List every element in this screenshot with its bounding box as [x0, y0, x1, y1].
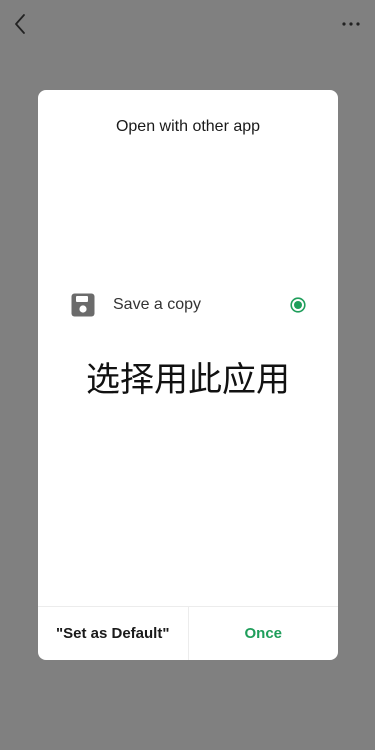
option-label: Save a copy [113, 296, 202, 313]
save-icon [71, 293, 95, 317]
select-app-overlay-text: 选择用此应用 [86, 360, 290, 400]
top-bar [0, 0, 375, 48]
more-horizontal-icon [342, 22, 360, 26]
dialog-title: Open with other app [115, 118, 261, 135]
once-button[interactable]: Once [189, 607, 339, 660]
dialog-footer: "Set as Default" Once [38, 606, 338, 660]
open-with-dialog: Open with other app Save a copy 选择用此应用 "… [38, 90, 338, 660]
option-save-a-copy[interactable]: Save a copy [38, 288, 338, 322]
set-as-default-button[interactable]: "Set as Default" [38, 607, 189, 660]
chevron-left-icon [15, 14, 25, 34]
radio-selected-icon[interactable] [290, 297, 306, 313]
back-button[interactable] [6, 8, 34, 40]
more-options-button[interactable] [337, 10, 365, 38]
